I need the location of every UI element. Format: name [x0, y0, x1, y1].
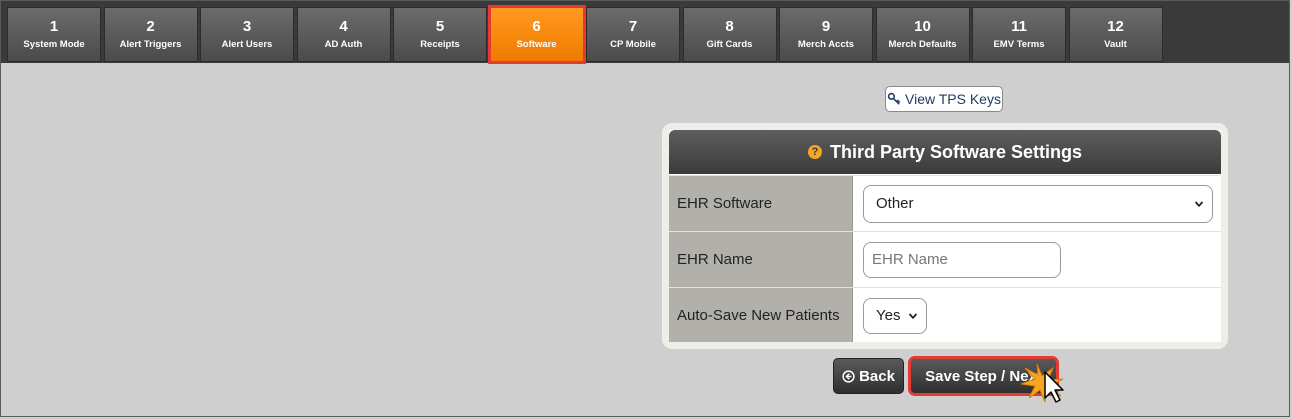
step-label: Merch Defaults [888, 39, 957, 50]
step-number: 9 [821, 18, 831, 35]
step-tab-merch-defaults[interactable]: 10 Merch Defaults [875, 7, 970, 62]
step-label: Alert Triggers [119, 39, 182, 50]
step-number: 12 [1107, 18, 1124, 35]
save-label: Save Step / Next [925, 367, 1042, 385]
step-label: AD Auth [324, 39, 363, 50]
ehr-name-input[interactable] [863, 241, 1061, 278]
row-auto-save: Auto-Save New Patients Yes [669, 287, 1221, 342]
step-label: CP Mobile [610, 39, 656, 50]
back-arrow-icon [842, 369, 855, 383]
step-number: 6 [532, 18, 541, 35]
step-number: 3 [242, 18, 252, 35]
ehr-software-value: Other [876, 195, 914, 212]
ehr-software-label: EHR Software [669, 176, 853, 231]
step-label: Alert Users [221, 39, 273, 50]
step-label: Merch Accts [797, 39, 855, 50]
back-label: Back [859, 367, 895, 385]
step-number: 2 [146, 18, 155, 35]
chevron-down-icon [1194, 200, 1204, 207]
step-tab-system-mode[interactable]: 1 System Mode [7, 7, 101, 62]
ehr-software-select[interactable]: Other [863, 184, 1213, 223]
step-tab-merch-accts[interactable]: 9 Merch Accts [779, 7, 873, 62]
step-number: 10 [914, 18, 931, 35]
ehr-name-label: EHR Name [669, 232, 853, 287]
step-tab-gift-cards[interactable]: 8 Gift Cards [682, 7, 777, 62]
row-ehr-name: EHR Name [669, 231, 1221, 288]
step-number: 1 [49, 18, 59, 35]
step-label: Gift Cards [706, 39, 753, 50]
step-tab-ad-auth[interactable]: 4 AD Auth [296, 7, 391, 62]
step-number: 7 [628, 18, 638, 35]
step-navigation: 1 System Mode 2 Alert Triggers 3 Alert Users 4… [1, 1, 1289, 64]
help-icon[interactable]: ? [807, 145, 822, 159]
step-number: 4 [339, 18, 348, 35]
step-tab-emv-terms[interactable]: 11 EMV Terms [972, 7, 1066, 62]
step-tab-software[interactable]: 6 Software [487, 5, 586, 64]
step-label: EMV Terms [993, 39, 1045, 50]
step-label: Receipts [420, 39, 460, 50]
auto-save-value: Yes [876, 307, 901, 324]
view-tps-keys-button[interactable]: View TPS Keys [885, 86, 1003, 112]
panel-title: Third Party Software Settings [829, 141, 1083, 162]
auto-save-label: Auto-Save New Patients [669, 288, 853, 342]
step-tab-vault[interactable]: 12 Vault [1068, 7, 1163, 62]
save-step-next-button[interactable]: Save Step / Next [908, 356, 1059, 396]
back-button[interactable]: Back [833, 358, 904, 394]
chevron-down-icon [908, 312, 918, 319]
step-label: Software [516, 39, 557, 50]
step-tab-receipts[interactable]: 5 Receipts [393, 7, 487, 62]
panel-body: ? Third Party Software Settings EHR Soft… [669, 130, 1221, 342]
panel-header: ? Third Party Software Settings [669, 130, 1221, 174]
step-number: 5 [435, 18, 445, 35]
step-number: 11 [1011, 18, 1027, 35]
step-tab-alert-triggers[interactable]: 2 Alert Triggers [103, 7, 198, 62]
auto-save-select[interactable]: Yes [863, 297, 927, 334]
third-party-software-panel: ? Third Party Software Settings EHR Soft… [662, 123, 1228, 349]
step-label: Vault [1104, 39, 1127, 50]
step-tab-alert-users[interactable]: 3 Alert Users [200, 7, 294, 62]
step-tab-cp-mobile[interactable]: 7 CP Mobile [586, 7, 680, 62]
row-ehr-software: EHR Software Other [669, 175, 1221, 232]
step-label: System Mode [23, 39, 85, 50]
view-tps-keys-label: View TPS Keys [905, 91, 1001, 107]
step-number: 8 [725, 18, 734, 35]
key-icon [887, 92, 901, 105]
